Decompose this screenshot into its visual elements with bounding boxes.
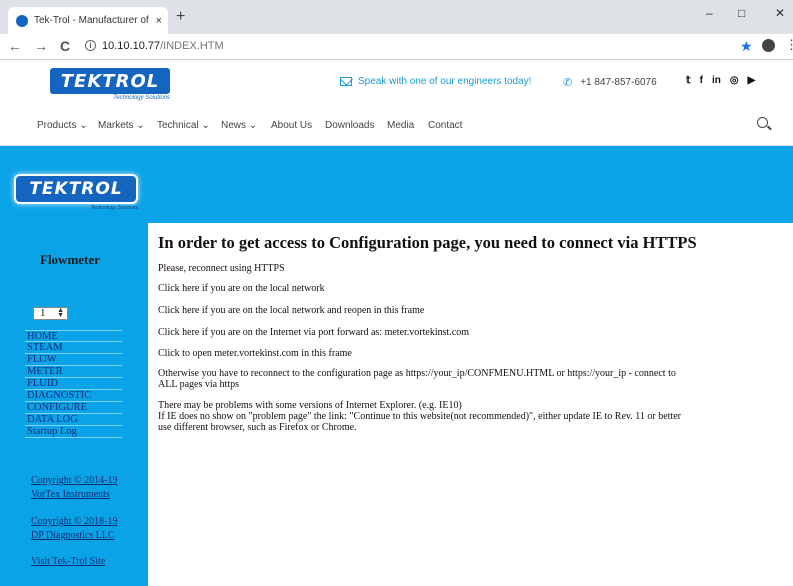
browser-toolbar: ← → C i 10.10.10.77/INDEX.HTM ★ ⋮ <box>0 34 793 60</box>
tektrol-logo[interactable]: TEKTROL Technology Solutions <box>50 68 170 101</box>
phone-number: +1 847-857-6076 <box>580 77 657 88</box>
site-favicon-icon <box>16 14 28 27</box>
copyright-vortex-line1[interactable]: Copyright © 2014-19 <box>31 474 117 488</box>
logo-tagline: Technology Solutions <box>113 95 170 101</box>
bookmark-star-icon[interactable]: ★ <box>740 38 753 55</box>
left-logo-tagline: Technology Solutions <box>90 205 138 211</box>
content-banner <box>148 146 793 223</box>
panel-title: Flowmeter <box>40 252 100 267</box>
address-bar[interactable]: 10.10.10.77/INDEX.HTM <box>102 40 224 52</box>
site-info-icon[interactable]: i <box>85 40 96 51</box>
instagram-icon[interactable]: ◎ <box>730 75 739 86</box>
main-content: In order to get access to Configuration … <box>148 223 793 586</box>
ie-warning-line3: use different browser, such as Firefox o… <box>158 422 357 433</box>
menu-item-flow[interactable]: FLOW <box>25 354 122 366</box>
browser-tab[interactable]: Tek-Trol - Manufacturer of Meas × <box>8 7 168 34</box>
phone-link[interactable]: ✆ +1 847-857-6076 <box>563 76 657 89</box>
menu-item-startup-log[interactable]: Startup Log <box>25 426 122 438</box>
menu-item-fluid[interactable]: FLUID <box>25 378 122 390</box>
nav-news[interactable]: News ⌄ <box>221 120 257 131</box>
forward-button[interactable]: → <box>34 38 48 54</box>
speak-with-engineer-link[interactable]: Speak with one of our engineers today! <box>340 76 531 87</box>
open-in-frame-link[interactable]: Click to open meter.vortekinst.com in th… <box>158 348 352 359</box>
local-network-frame-link[interactable]: Click here if you are on the local netwo… <box>158 305 424 316</box>
internet-port-forward-link[interactable]: Click here if you are on the Internet vi… <box>158 327 469 338</box>
reconnect-text: Please, reconnect using HTTPS <box>158 263 285 274</box>
url-path: /INDEX.HTM <box>160 40 224 52</box>
nav-downloads[interactable]: Downloads <box>325 120 374 131</box>
phone-icon: ✆ <box>563 77 573 89</box>
tab-close-icon[interactable]: × <box>156 15 162 27</box>
menu-item-steam[interactable]: STEAM <box>25 342 122 354</box>
menu-item-configure[interactable]: CONFIGURE <box>25 402 122 414</box>
copyright-dp-line2[interactable]: DP Diagnostics LLC <box>31 529 115 543</box>
left-logo: TEKTROL Technology Solutions <box>14 174 138 211</box>
nav-products[interactable]: Products ⌄ <box>37 120 88 131</box>
tab-title: Tek-Trol - Manufacturer of Meas <box>34 15 152 26</box>
youtube-icon[interactable]: ▶ <box>748 75 756 86</box>
site-navigation: Products ⌄ Markets ⌄ Technical ⌄ News ⌄ … <box>0 104 793 146</box>
nav-markets[interactable]: Markets ⌄ <box>98 120 145 131</box>
search-icon[interactable] <box>757 117 768 128</box>
otherwise-text-line2: ALL pages via https <box>158 379 240 390</box>
left-logo-text: TEKTROL <box>29 179 123 199</box>
meter-index-stepper[interactable]: 1 ▲ ▼ <box>33 307 68 320</box>
local-network-link[interactable]: Click here if you are on the local netwo… <box>158 283 325 294</box>
menu-item-diagnostic[interactable]: DIAGNOSTIC <box>25 390 122 402</box>
new-tab-button[interactable]: + <box>176 9 185 25</box>
social-links: 𝕥 f in ◎ ▶ <box>686 75 755 86</box>
minimize-button[interactable]: – <box>706 6 713 20</box>
linkedin-icon[interactable]: in <box>712 75 721 86</box>
copyright-dp-line1[interactable]: Copyright © 2018-19 <box>31 515 117 529</box>
menu-item-meter[interactable]: METER <box>25 366 122 378</box>
meter-menu: HOME STEAM FLOW METER FLUID DIAGNOSTIC C… <box>25 330 122 438</box>
stepper-arrows-icon[interactable]: ▲ ▼ <box>57 307 64 319</box>
ie-warning-line2: If IE does no show on "problem page" the… <box>158 411 681 422</box>
nav-media[interactable]: Media <box>387 120 414 131</box>
logo-text: TEKTROL <box>60 70 160 92</box>
browser-tab-strip: Tek-Trol - Manufacturer of Meas × + – □ … <box>0 0 793 34</box>
twitter-icon[interactable]: 𝕥 <box>686 75 691 86</box>
maximize-button[interactable]: □ <box>738 6 745 20</box>
speak-text: Speak with one of our engineers today! <box>358 76 532 87</box>
site-header: TEKTROL Technology Solutions Speak with … <box>0 60 793 107</box>
close-window-button[interactable]: ✕ <box>775 6 785 20</box>
facebook-icon[interactable]: f <box>700 75 703 86</box>
back-button[interactable]: ← <box>8 38 22 54</box>
page-title: In order to get access to Configuration … <box>158 233 697 252</box>
otherwise-text-line1: Otherwise you have to reconnect to the c… <box>158 368 676 379</box>
url-host: 10.10.10.77 <box>102 40 161 52</box>
ie-warning-line1: There may be problems with some versions… <box>158 400 462 411</box>
browser-menu-icon[interactable]: ⋮ <box>785 37 793 53</box>
nav-contact[interactable]: Contact <box>428 120 462 131</box>
reload-button[interactable]: C <box>60 38 70 54</box>
meter-side-panel: TEKTROL Technology Solutions Flowmeter 1… <box>0 146 148 586</box>
nav-about-us[interactable]: About Us <box>271 120 312 131</box>
menu-item-data-log[interactable]: DATA LOG <box>25 414 122 426</box>
stepper-value: 1 <box>40 307 46 319</box>
mail-icon <box>340 77 352 86</box>
nav-technical[interactable]: Technical ⌄ <box>157 120 210 131</box>
account-avatar-icon[interactable] <box>762 39 775 52</box>
menu-item-home[interactable]: HOME <box>25 330 122 342</box>
visit-tektrol-link[interactable]: Visit Tek-Trol Site <box>31 555 105 569</box>
copyright-vortex-line2[interactable]: VorTex Instruments <box>31 488 110 502</box>
